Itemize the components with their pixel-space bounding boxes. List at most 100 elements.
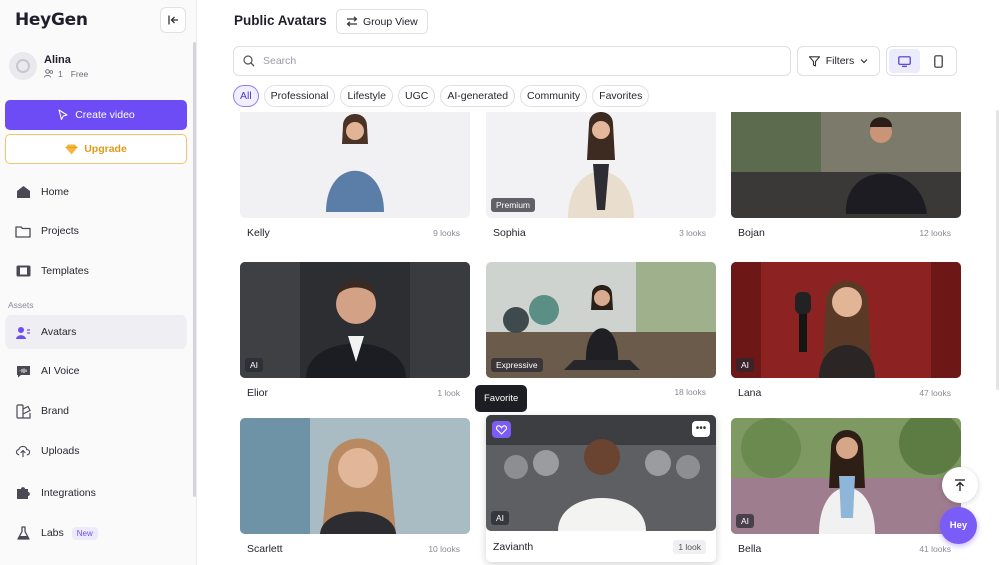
sidebar-item-ai-voice[interactable]: AI Voice	[5, 354, 187, 388]
flask-icon	[15, 525, 31, 541]
sidebar-item-label: Templates	[41, 265, 89, 277]
filters-button[interactable]: Filters	[797, 46, 880, 76]
avatar-name: Bella	[738, 543, 762, 555]
arrow-up-icon	[955, 478, 965, 491]
search-icon	[243, 55, 255, 67]
sidebar-item-templates[interactable]: Templates	[5, 254, 187, 288]
avatar-tag: Premium	[491, 198, 536, 212]
portrait-view-button[interactable]	[924, 49, 955, 73]
avatar-card-bojan[interactable]: Bojan 12 looks	[731, 112, 961, 239]
create-video-button[interactable]: Create video	[5, 100, 187, 130]
upgrade-button[interactable]: Upgrade	[5, 134, 187, 164]
avatar-looks: 1 look	[437, 388, 460, 398]
avatar-card-zavianth[interactable]: ••• AI Zavianth 1 look	[486, 415, 716, 562]
avatar-card-elior[interactable]: AI Elior 1 look	[240, 262, 470, 399]
sidebar-item-label: Integrations	[41, 487, 96, 499]
more-options-button[interactable]: •••	[692, 421, 710, 437]
chip-all[interactable]: All	[233, 85, 259, 107]
avatar-looks: 41 looks	[919, 544, 951, 554]
avatar-card-scarlett[interactable]: Scarlett 10 looks	[240, 418, 470, 555]
chip-ugc[interactable]: UGC	[397, 85, 436, 107]
sidebar-item-uploads[interactable]: Uploads	[5, 434, 187, 468]
avatar-card-bella[interactable]: AI Bella 41 looks	[731, 418, 961, 555]
avatar-looks: 12 looks	[919, 228, 951, 238]
seat-count: 1	[58, 68, 63, 79]
sidebar-item-avatars[interactable]: Avatars	[5, 315, 187, 349]
sidebar-item-label: Avatars	[41, 326, 77, 338]
avatar-thumbnail: Premium	[486, 112, 716, 218]
sidebar-item-labs[interactable]: Labs New	[5, 516, 187, 550]
avatar-thumbnail: ••• AI	[486, 415, 716, 531]
favorite-tooltip: Favorite	[475, 385, 528, 412]
ai-tag: AI	[491, 511, 510, 525]
orientation-toggle	[886, 46, 957, 76]
user-profile[interactable]: Alina 1 Free	[9, 52, 88, 80]
sidebar-item-label: Home	[41, 186, 70, 198]
avatar-looks: 47 looks	[919, 388, 951, 398]
ai-tag: AI	[736, 514, 755, 528]
sidebar-item-projects[interactable]: Projects	[5, 214, 187, 248]
avatar-card-lana[interactable]: AI Lana 47 looks	[731, 262, 961, 399]
chip-community[interactable]: Community	[520, 85, 588, 107]
category-chips: All Professional Lifestyle UGC AI-genera…	[233, 85, 650, 107]
user-name: Alina	[44, 53, 71, 66]
content-scrollbar[interactable]	[996, 110, 999, 390]
search-bar[interactable]	[233, 46, 791, 76]
search-input[interactable]	[263, 55, 763, 67]
diamond-icon	[65, 144, 78, 154]
avatar-card-sophia[interactable]: Premium Sophia 3 looks	[486, 112, 716, 239]
avatar	[9, 52, 37, 80]
avatar-name: Sophia	[493, 227, 526, 239]
avatar-thumbnail	[240, 418, 470, 534]
chat-assistant-button[interactable]: Hey	[940, 507, 977, 544]
sidebar-item-label: Labs	[41, 527, 64, 539]
cursor-icon	[58, 109, 68, 121]
ai-tag: AI	[736, 358, 755, 372]
voice-icon	[15, 363, 31, 379]
sidebar-item-label: AI Voice	[41, 365, 80, 377]
sidebar-item-integrations[interactable]: Integrations	[5, 476, 187, 510]
scroll-to-top-button[interactable]	[942, 467, 978, 503]
collapse-sidebar-button[interactable]	[160, 7, 186, 33]
group-view-button[interactable]: Group View	[336, 9, 428, 34]
avatar-name: Bojan	[738, 227, 765, 239]
page-title: Public Avatars	[234, 13, 327, 28]
avatar-looks: 10 looks	[428, 544, 460, 554]
sidebar-item-label: Projects	[41, 225, 79, 237]
sidebar: HeyGen Alina 1 Free Create video Upgrade…	[0, 0, 197, 565]
plan-label: Free	[70, 68, 89, 79]
upload-icon	[15, 443, 31, 459]
monitor-icon	[897, 55, 911, 67]
heart-icon	[496, 424, 507, 435]
upgrade-label: Upgrade	[84, 143, 127, 155]
swap-icon	[346, 16, 358, 27]
expressive-tag: Expressive	[491, 358, 543, 372]
avatar-name: Scarlett	[247, 543, 283, 555]
avatar-card-yoga[interactable]: Expressive 18 looks	[486, 262, 716, 397]
chip-professional[interactable]: Professional	[263, 85, 336, 107]
collapse-icon	[168, 15, 178, 25]
landscape-view-button[interactable]	[889, 49, 920, 73]
ai-tag: AI	[245, 358, 264, 372]
avatar-thumbnail	[731, 112, 961, 218]
avatar-name: Zavianth	[493, 541, 534, 553]
users-icon	[44, 69, 54, 78]
sidebar-scrollbar[interactable]	[193, 42, 196, 497]
chevron-down-icon	[860, 59, 868, 64]
chip-favorites[interactable]: Favorites	[592, 85, 650, 107]
favorite-button[interactable]	[492, 421, 511, 438]
avatar-name: Elior	[247, 387, 269, 399]
avatar-thumbnail: AI	[731, 262, 961, 378]
assets-section-label: Assets	[8, 300, 34, 310]
chip-lifestyle[interactable]: Lifestyle	[340, 85, 393, 107]
film-icon	[15, 263, 31, 279]
sidebar-item-brand[interactable]: Brand	[5, 394, 187, 428]
heygen-logo[interactable]: HeyGen	[15, 10, 88, 30]
brand-icon	[15, 403, 31, 419]
sidebar-item-home[interactable]: Home	[5, 175, 187, 209]
folder-icon	[15, 223, 31, 239]
chip-ai-generated[interactable]: AI-generated	[440, 85, 516, 107]
avatar-grid: Kelly 9 looks Premium Sophia 3 looks Boj…	[233, 112, 973, 565]
avatar-looks: 3 looks	[679, 228, 706, 238]
avatar-card-kelly[interactable]: Kelly 9 looks	[240, 112, 470, 239]
